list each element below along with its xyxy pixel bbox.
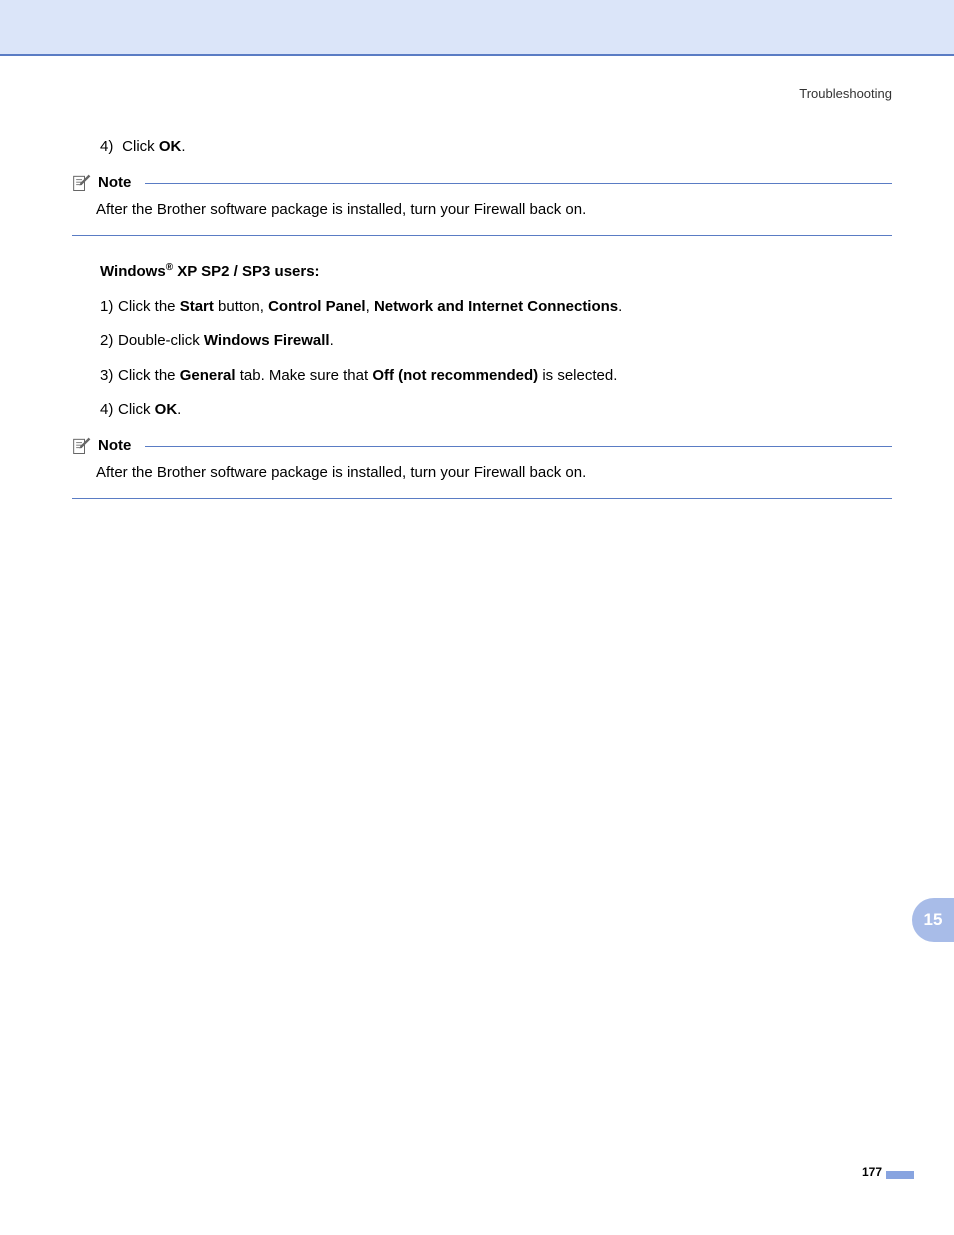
page-accent-bar: [886, 1171, 914, 1179]
step-text: .: [618, 298, 622, 315]
step-bold-text: OK: [155, 401, 178, 418]
note-block-2: Note After the Brother software package …: [72, 436, 892, 500]
note-text: After the Brother software package is in…: [96, 199, 892, 222]
step-4-top: 4) Click OK.: [100, 136, 892, 159]
step-text: Click the: [118, 367, 180, 384]
windows-xp-heading: Windows® XP SP2 / SP3 users:: [100, 260, 892, 284]
step-number: 2): [100, 330, 118, 353]
step-number: 1): [100, 296, 118, 319]
heading-suffix: XP SP2 / SP3 users:: [173, 263, 319, 280]
step-bold-text: Windows Firewall: [204, 332, 330, 349]
step-number: 3): [100, 365, 118, 388]
page-number: 177: [862, 1165, 882, 1179]
note-block-1: Note After the Brother software package …: [72, 173, 892, 237]
heading-prefix: Windows: [100, 263, 166, 280]
step-text: is selected.: [538, 367, 617, 384]
step-number: 4): [100, 399, 118, 422]
step-text: Double-click: [118, 332, 204, 349]
step-text: ,: [366, 298, 374, 315]
chapter-tab: 15: [912, 898, 954, 942]
section-header-title: Troubleshooting: [799, 86, 892, 101]
note-header: Note: [72, 173, 892, 193]
step-text: .: [330, 332, 334, 349]
step-text: Click the: [118, 298, 180, 315]
step-bold-text: Control Panel: [268, 298, 366, 315]
note-bottom-rule: [72, 235, 892, 236]
step-bold-text: General: [180, 367, 236, 384]
step-item: 1)Click the Start button, Control Panel,…: [100, 296, 892, 319]
note-bottom-rule: [72, 498, 892, 499]
steps-list: 1)Click the Start button, Control Panel,…: [72, 296, 892, 422]
step-item: 4)Click OK.: [100, 399, 892, 422]
note-label: Note: [98, 174, 131, 191]
note-header: Note: [72, 436, 892, 456]
step-text: button,: [214, 298, 268, 315]
step-item: 2)Double-click Windows Firewall.: [100, 330, 892, 353]
note-text: After the Brother software package is in…: [96, 462, 892, 485]
note-pencil-icon: [72, 173, 92, 193]
top-header-bar: [0, 0, 954, 56]
step-text: Click: [122, 138, 159, 155]
step-text: .: [177, 401, 181, 418]
note-rule-line: [145, 183, 892, 184]
step-bold: OK: [159, 138, 182, 155]
step-bold-text: Start: [180, 298, 214, 315]
step-item: 3)Click the General tab. Make sure that …: [100, 365, 892, 388]
step-text: tab. Make sure that: [236, 367, 373, 384]
heading-registered: ®: [166, 262, 173, 273]
step-number: 4): [100, 136, 118, 159]
note-label: Note: [98, 437, 131, 454]
step-text: Click: [118, 401, 155, 418]
page-content: 4) Click OK. Note After the Brother soft…: [72, 136, 892, 519]
note-pencil-icon: [72, 436, 92, 456]
note-rule-line: [145, 446, 892, 447]
step-bold-text: Off (not recommended): [372, 367, 538, 384]
step-suffix: .: [181, 138, 185, 155]
step-bold-text: Network and Internet Connections: [374, 298, 618, 315]
